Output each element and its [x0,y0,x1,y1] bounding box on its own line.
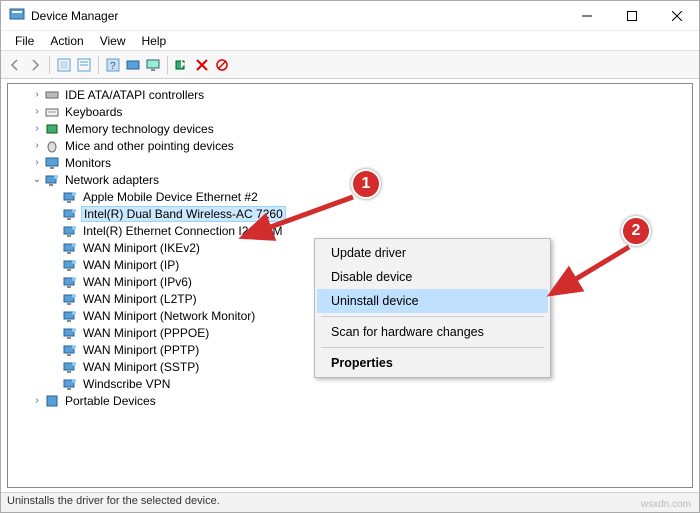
help-icon[interactable]: ? [105,57,121,73]
toolbar: ? [1,51,699,79]
tree-item-label: IDE ATA/ATAPI controllers [63,88,206,102]
expand-arrow-closed[interactable]: › [30,395,44,406]
net-icon [62,223,78,239]
net-icon [62,359,78,375]
net-icon [62,240,78,256]
status-text: Uninstalls the driver for the selected d… [7,495,220,507]
disable-icon[interactable] [214,57,230,73]
expand-arrow-closed[interactable]: › [30,123,44,134]
tree-item[interactable]: › Mice and other pointing devices [8,137,692,154]
ctx-scan-hardware[interactable]: Scan for hardware changes [317,320,548,344]
ctx-uninstall-device[interactable]: Uninstall device [317,289,548,313]
tree-item-label: WAN Miniport (IP) [81,258,181,272]
scan-icon[interactable] [125,57,141,73]
tree-item-label: WAN Miniport (Network Monitor) [81,309,257,323]
annotation-badge-2: 2 [621,216,651,246]
ctx-separator [321,316,544,317]
expand-arrow-closed[interactable]: › [30,140,44,151]
expand-arrow-closed[interactable]: › [30,106,44,117]
toolbar-separator [167,56,168,74]
tree-item-label: Network adapters [63,173,161,187]
toolbar-separator [49,56,50,74]
svg-text:?: ? [110,61,116,72]
tree-item[interactable]: Intel(R) Ethernet Connection I217-LM [8,222,692,239]
tree-item-label: WAN Miniport (L2TP) [81,292,199,306]
tree-item[interactable]: ⌄ Network adapters [8,171,692,188]
tree-item-label: WAN Miniport (PPTP) [81,343,201,357]
tree-item-label: Memory technology devices [63,122,216,136]
tree-item-label: Intel(R) Dual Band Wireless-AC 7260 [81,206,286,222]
tree-item-label: Portable Devices [63,394,158,408]
tree-item[interactable]: › IDE ATA/ATAPI controllers [8,86,692,103]
tree-item-label: WAN Miniport (IKEv2) [81,241,202,255]
tree-item-label: Keyboards [63,105,124,119]
minimize-button[interactable] [564,1,609,31]
update-driver-icon[interactable] [174,57,190,73]
kb-icon [44,104,60,120]
ctx-separator [321,347,544,348]
menubar: File Action View Help [1,31,699,51]
context-menu: Update driver Disable device Uninstall d… [314,238,551,378]
tree-item-label: Mice and other pointing devices [63,139,236,153]
statusbar: Uninstalls the driver for the selected d… [1,492,699,512]
window-title: Device Manager [31,9,564,23]
tree-item-label: Apple Mobile Device Ethernet #2 [81,190,260,204]
tree-item-selected[interactable]: Intel(R) Dual Band Wireless-AC 7260 [8,205,692,222]
monitor-icon[interactable] [145,57,161,73]
uninstall-icon[interactable] [194,57,210,73]
net-icon [62,376,78,392]
menu-help[interactable]: Help [134,32,175,50]
watermark: wsxdn.com [641,499,691,510]
ide-icon [44,87,60,103]
net-icon [62,189,78,205]
net-icon [44,172,60,188]
net-icon [62,257,78,273]
toolbar-separator [98,56,99,74]
menu-view[interactable]: View [92,32,134,50]
ctx-update-driver[interactable]: Update driver [317,241,548,265]
tree-item[interactable]: › Keyboards [8,103,692,120]
menu-file[interactable]: File [7,32,42,50]
expand-arrow-closed[interactable]: › [30,157,44,168]
properties-icon[interactable] [76,57,92,73]
maximize-button[interactable] [609,1,654,31]
tree-item[interactable]: › Monitors [8,154,692,171]
net-icon [62,308,78,324]
ctx-disable-device[interactable]: Disable device [317,265,548,289]
forward-icon[interactable] [27,57,43,73]
net-icon [62,206,78,222]
tree-item-label: Intel(R) Ethernet Connection I217-LM [81,224,284,238]
close-button[interactable] [654,1,699,31]
app-icon [9,6,25,25]
tree-item[interactable]: › Portable Devices [8,392,692,409]
net-icon [62,274,78,290]
net-icon [62,342,78,358]
mon-icon [44,155,60,171]
tree-item[interactable]: Apple Mobile Device Ethernet #2 [8,188,692,205]
tree-item-label: WAN Miniport (SSTP) [81,360,201,374]
mouse-icon [44,138,60,154]
back-icon[interactable] [7,57,23,73]
tree-item[interactable]: › Memory technology devices [8,120,692,137]
expand-arrow-closed[interactable]: › [30,89,44,100]
titlebar: Device Manager [1,1,699,31]
ctx-properties[interactable]: Properties [317,351,548,375]
net-icon [62,325,78,341]
port-icon [44,393,60,409]
annotation-badge-1: 1 [351,169,381,199]
tree-item-label: WAN Miniport (PPPOE) [81,326,211,340]
expand-arrow-open[interactable]: ⌄ [30,174,44,185]
net-icon [62,291,78,307]
tree-item-label: Monitors [63,156,113,170]
tree-item-label: WAN Miniport (IPv6) [81,275,194,289]
mem-icon [44,121,60,137]
menu-action[interactable]: Action [42,32,91,50]
tree-item-label: Windscribe VPN [81,377,172,391]
show-hidden-icon[interactable] [56,57,72,73]
